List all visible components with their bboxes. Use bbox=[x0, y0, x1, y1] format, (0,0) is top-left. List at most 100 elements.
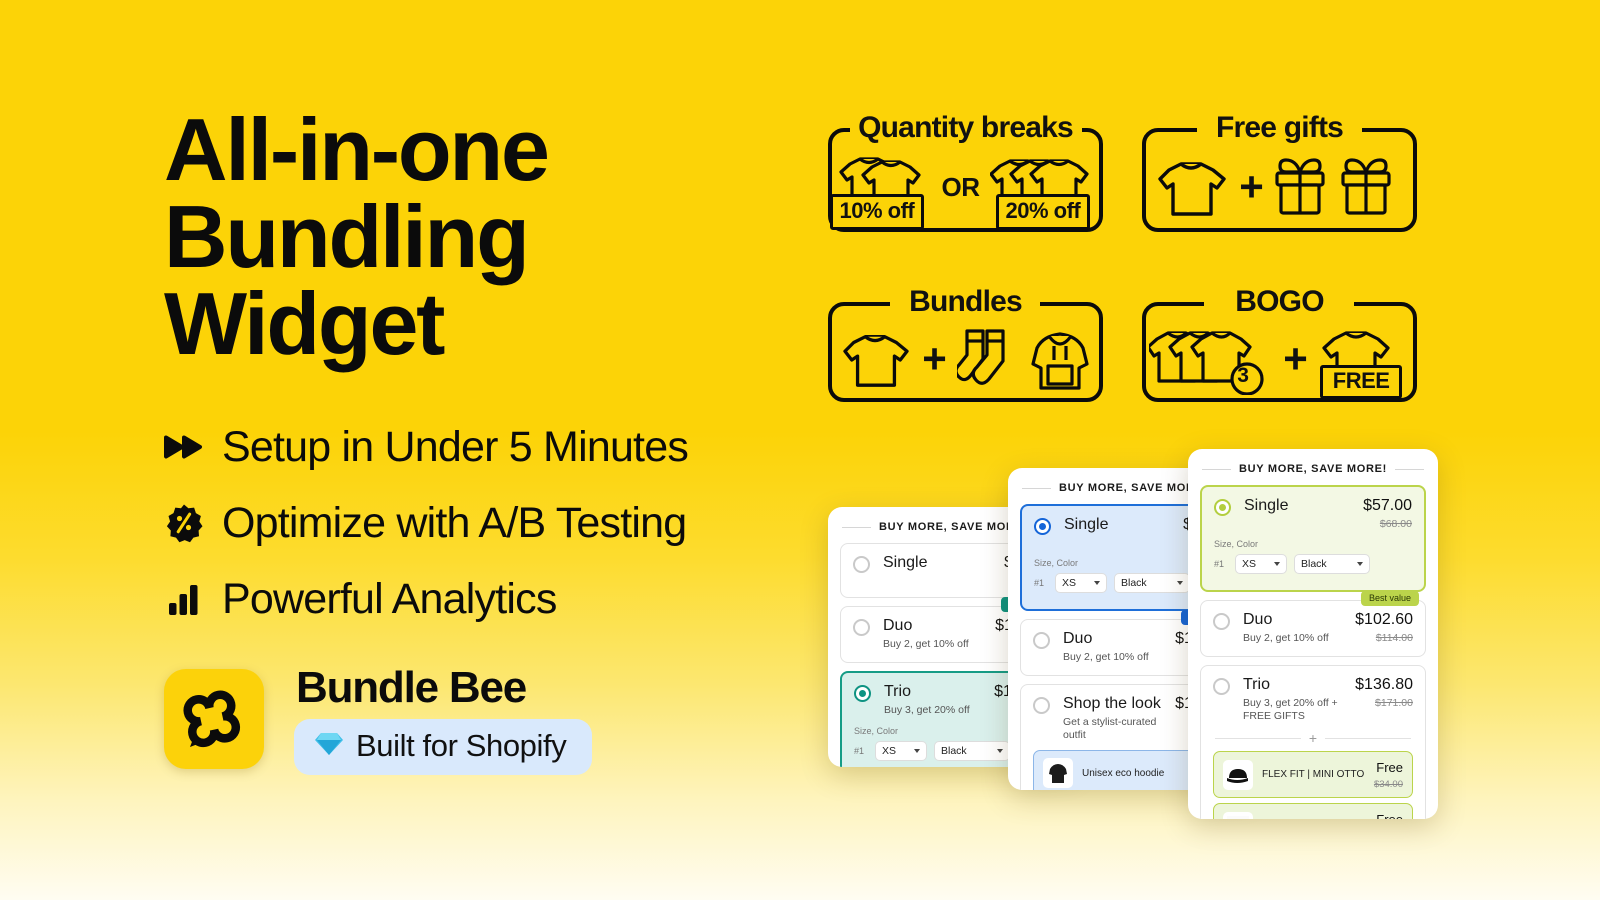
card-header: BUY MORE, SAVE MORE! bbox=[1188, 449, 1438, 485]
plus-icon: + bbox=[1308, 730, 1318, 747]
feature-item-label: Setup in Under 5 Minutes bbox=[222, 422, 689, 471]
radio-button[interactable] bbox=[1033, 632, 1050, 649]
black-cap-thumb bbox=[1223, 759, 1253, 790]
option-subtitle: Buy 3, get 20% off + FREE GIFTS bbox=[1243, 696, 1338, 723]
card-header-title: BUY MORE, SAVE MORE! bbox=[1238, 463, 1388, 475]
free-label: Free bbox=[1376, 812, 1403, 819]
status-badge: Built for Shopify bbox=[294, 719, 593, 776]
connector-label: + bbox=[922, 335, 947, 382]
chevron-down-icon bbox=[1094, 581, 1100, 585]
card-header-title: BUY MORE, SAVE MORE! bbox=[1058, 482, 1208, 494]
divider bbox=[1202, 468, 1231, 470]
headline-line-2: Bundling bbox=[164, 187, 530, 287]
chevron-down-icon bbox=[1357, 562, 1363, 566]
feature-item-label: Powerful Analytics bbox=[222, 574, 557, 623]
discount-value: 10% off bbox=[839, 198, 915, 223]
chevron-down-icon bbox=[997, 749, 1003, 754]
free-label: Free bbox=[1376, 760, 1403, 776]
feature-item-analytics: Powerful Analytics bbox=[164, 571, 824, 627]
option-subtitle: Buy 2, get 10% off bbox=[1243, 632, 1329, 645]
white-item-thumb bbox=[1223, 811, 1253, 819]
percent-badge-icon bbox=[164, 503, 204, 543]
connector-label: + bbox=[1283, 335, 1308, 382]
free-gift-row[interactable]: VANS APPAREL AND... Free $23.00 bbox=[1213, 803, 1413, 819]
size-select[interactable]: XS bbox=[875, 741, 927, 762]
feature-item-setup: Setup in Under 5 Minutes bbox=[164, 419, 824, 475]
divider bbox=[842, 526, 871, 528]
color-select[interactable]: Black bbox=[1114, 573, 1190, 593]
status-badge-label: Built for Shopify bbox=[356, 728, 567, 764]
size-select[interactable]: XS bbox=[1235, 554, 1287, 574]
radio-button[interactable] bbox=[1213, 613, 1230, 630]
bundle-option-duo[interactable]: Best value Duo Buy 2, get 10% off $102.6… bbox=[1200, 591, 1426, 657]
best-value-badge: Best value bbox=[1360, 591, 1419, 606]
option-price-original: $114.00 bbox=[1375, 632, 1413, 644]
feature-item-label: Optimize with A/B Testing bbox=[222, 498, 687, 547]
color-select[interactable]: Black bbox=[934, 741, 1010, 762]
option-subtitle: Buy 2, get 10% off bbox=[883, 638, 969, 651]
two-tshirts-icon: 10% off bbox=[829, 150, 932, 230]
bundle-option-single[interactable]: Single $57.00 $68.00 Size, Color #1 XS B… bbox=[1200, 485, 1426, 592]
fast-forward-icon bbox=[164, 427, 204, 467]
option-price-original: $171.00 bbox=[1375, 696, 1413, 709]
color-select[interactable]: Black bbox=[1294, 554, 1370, 574]
variant-row[interactable]: #1 XS Black bbox=[1214, 554, 1412, 574]
headline-line-3: Widget bbox=[164, 274, 445, 374]
bundle-bee-logo-icon bbox=[164, 669, 264, 770]
option-subtitle: Buy 2, get 10% off bbox=[1063, 651, 1149, 664]
option-title: Shop the look bbox=[1063, 694, 1161, 712]
socks-icon bbox=[956, 329, 1005, 385]
three-tshirts-icon: 20% off bbox=[988, 150, 1100, 230]
black-hoodie-thumb bbox=[1043, 758, 1073, 789]
option-subtitle: Buy 3, get 20% off bbox=[884, 703, 970, 716]
divider bbox=[1022, 487, 1051, 489]
connector-label: OR bbox=[941, 171, 981, 202]
plus-divider: + bbox=[1215, 731, 1411, 745]
bundle-option-trio[interactable]: Trio Buy 3, get 20% off + FREE GIFTS $13… bbox=[1200, 664, 1426, 819]
feature-list: Setup in Under 5 Minutes Optimize with A… bbox=[164, 419, 824, 627]
option-title: Trio bbox=[884, 682, 911, 700]
chevron-down-icon bbox=[1177, 581, 1183, 585]
free-gift-row[interactable]: FLEX FIT | MINI OTTOMAN... Free $34.00 bbox=[1213, 751, 1413, 799]
free-gift-price-original: $34.00 bbox=[1373, 779, 1403, 791]
chevron-down-icon bbox=[1274, 562, 1280, 566]
radio-button[interactable] bbox=[853, 556, 870, 573]
tshirt-icon bbox=[1158, 162, 1226, 216]
bar-chart-icon bbox=[164, 579, 204, 619]
option-price-original: $68.00 bbox=[1379, 518, 1412, 530]
radio-button[interactable] bbox=[1214, 499, 1231, 516]
radio-button[interactable] bbox=[853, 619, 870, 636]
variant-index: #1 bbox=[1214, 559, 1225, 569]
diamond-icon bbox=[314, 731, 344, 762]
feature-item-ab-testing: Optimize with A/B Testing bbox=[164, 495, 824, 551]
option-subtitle: Get a stylist-curated outfit bbox=[1063, 715, 1157, 742]
variant-group-label: Size, Color bbox=[1214, 539, 1259, 549]
two-gifts-icon bbox=[1275, 158, 1391, 215]
feature-box-title: Bundles bbox=[909, 285, 1023, 318]
option-title: Duo bbox=[1243, 611, 1273, 628]
free-gift-name: FLEX FIT | MINI OTTOMAN... bbox=[1262, 769, 1365, 781]
variant-index: #1 bbox=[1034, 578, 1045, 588]
chevron-down-icon bbox=[914, 749, 920, 754]
connector-label: + bbox=[1239, 163, 1264, 210]
bundle-widget-card-front[interactable]: BUY MORE, SAVE MORE! Single $57.00 $68.0… bbox=[1188, 449, 1438, 819]
size-select[interactable]: XS bbox=[1055, 573, 1107, 593]
feature-box-bundles: Bundles + bbox=[828, 285, 1103, 402]
radio-button[interactable] bbox=[854, 684, 871, 702]
option-price: $102.60 bbox=[1355, 611, 1413, 628]
three-tshirts-icon: 3 bbox=[1146, 323, 1273, 396]
variant-index: #1 bbox=[854, 746, 865, 757]
count-badge: 3 bbox=[1237, 364, 1249, 387]
headline-line-1: All-in-one bbox=[164, 100, 550, 199]
radio-button[interactable] bbox=[1213, 677, 1230, 695]
tshirt-icon bbox=[843, 335, 909, 387]
radio-button[interactable] bbox=[1033, 696, 1050, 714]
page-title: All-in-one Bundling Widget bbox=[164, 100, 824, 374]
feature-box-bogo: BOGO 3 + FREE bbox=[1142, 285, 1417, 402]
option-title: Single bbox=[1244, 497, 1289, 514]
radio-button[interactable] bbox=[1034, 518, 1051, 535]
feature-box-title: BOGO bbox=[1235, 285, 1324, 318]
option-title: Duo bbox=[883, 617, 913, 634]
option-title: Single bbox=[883, 554, 928, 571]
feature-box-title: Quantity breaks bbox=[858, 111, 1074, 144]
